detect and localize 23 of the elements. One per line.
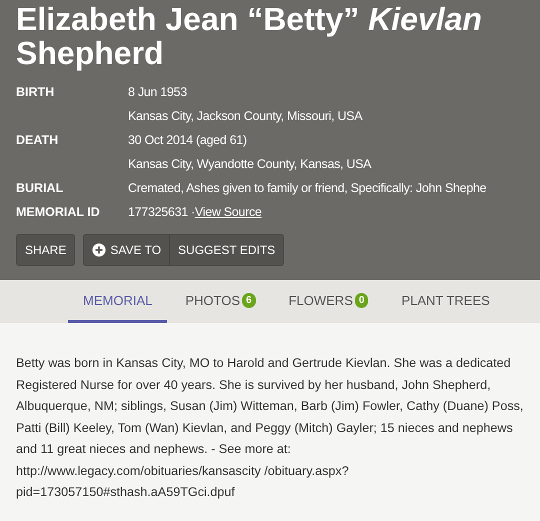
plus-circle-icon [92,243,106,257]
count-badge: 0 [354,293,368,308]
fact-value: 177325631 · [128,205,195,219]
fact-value: 8 Jun 1953 [128,85,187,99]
fact-label: BIRTH [16,84,56,101]
share-button[interactable]: SHARE [16,234,76,266]
tab[interactable]: MEMORIAL [68,280,168,323]
memorial-name: Elizabeth Jean “Betty” Kievlan Shepherd [16,2,483,70]
fact-value: Kansas City, Wyandotte County, Kansas, USA [128,157,372,171]
save-to-button[interactable]: SAVE TO [83,234,170,266]
tab[interactable]: FLOWERS 0 [274,280,384,323]
view-source-link[interactable]: View Source [194,205,262,219]
tab[interactable]: PLANT TREES [386,280,505,323]
fact-value: Cremated, Ashes given to family or friend, Specifically: John Shephe [128,181,486,195]
fact-label: BURIAL [16,180,64,197]
fact-label: MEMORIAL ID [16,204,101,221]
tab[interactable]: PHOTOS 6 [170,280,271,323]
fact-label: DEATH [16,132,60,149]
count-badge: 6 [242,293,256,308]
fact-value: Kansas City, Jackson County, Missouri, USA [128,109,362,123]
suggest-edits-button[interactable]: SUGGEST EDITS [170,234,284,266]
fact-value: 30 Oct 2014 (aged 61) [128,133,247,147]
biography-text: Betty was born in Kansas City, MO to Harold and Gertrude Kievlan. She was a dedicated Registered Nurse for over 40 years. She is survived by her husband, John Shepherd, Albuquerque, NM; siblings, Susan (Jim) Witteman, Barb (Jim) Fowler, Cathy (Duane) Poss, Patti (Bill) Keeley, Tom (Wan) Kievlan, and Peggy (Mitch) Gayler; 15 nieces and nephews and 11 great nieces and nephews. - See more at: http://www.legacy.com/obituaries/kansascity /obituary.aspx?pid=173057150#sthash.aA59TGci.dpuf [15,355,524,501]
